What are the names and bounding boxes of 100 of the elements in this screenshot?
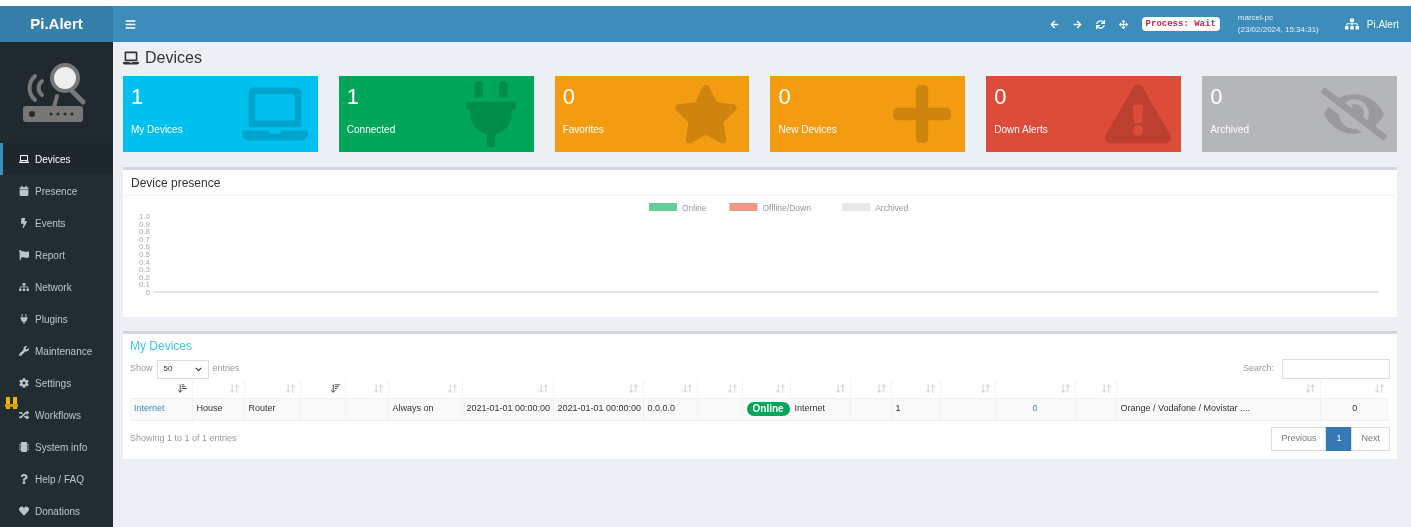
search-field[interactable] [1282,359,1390,379]
sidebar-item[interactable]: Presence [0,175,113,207]
forward-icon[interactable] [1072,19,1082,29]
table-cell: Router [248,403,276,414]
sidebar-item[interactable]: System info [0,431,113,463]
sort-icon[interactable] [979,383,991,395]
laptop-icon [19,154,29,164]
table-cell: 0.0.0.0 [647,403,676,414]
page-size-select[interactable]: 50 [156,359,209,379]
page-title: Devices [145,48,202,68]
sidebar-item[interactable]: Network [0,271,113,303]
stat-value: 0 [994,84,1008,110]
settings-icon [19,378,29,388]
table-cell: 1 [895,403,901,414]
sort-icon[interactable] [774,383,786,395]
stat-label: Connected [346,123,397,137]
chevron-icon [194,365,202,373]
legend-item: Archived [842,202,909,213]
table-cell: Always on [392,403,434,414]
pagination-button[interactable]: Next [1351,426,1390,451]
legend-item: Online [649,202,707,213]
sidebar-item[interactable]: Donations [0,495,113,527]
lightning-icon [19,218,29,228]
legend-item: Offline/Down [729,202,811,213]
stat-value: 0 [778,84,792,110]
table-cell: House [196,403,223,414]
stat-label: New Devices [778,123,838,137]
sidebar-item[interactable]: Help / FAQ [0,463,113,495]
sort-icon[interactable] [1374,383,1385,395]
legend-label: Online [682,202,707,213]
calendar-icon [19,186,29,196]
sidebar-item[interactable]: Settings [0,367,113,399]
refresh-icon[interactable] [1095,19,1105,29]
stat-value: 1 [346,84,361,110]
network-icon[interactable] [1344,17,1359,31]
network-icon [19,282,29,292]
table-cell[interactable]: 0 [999,402,1071,416]
stat-value: 1 [131,84,145,110]
pagination-button[interactable]: 1 [1326,426,1352,451]
heart-icon [19,506,29,516]
sort-icon[interactable] [627,383,639,395]
stat-value: 0 [562,84,576,110]
legend-label: Offline/Down [762,202,812,213]
sort-icon[interactable] [924,383,936,395]
laptop-icon [123,50,139,66]
sort-icon[interactable] [726,383,738,395]
sort-descending-icon[interactable] [329,383,341,395]
host-name: marcel-pc [1237,12,1274,24]
sidebar-item[interactable]: Plugins [0,303,113,335]
sort-icon[interactable] [1059,383,1071,395]
chip-icon [19,442,29,452]
search-label: Search: [1242,362,1274,376]
app-name[interactable]: Pi.Alert [1366,16,1399,32]
shuffle-icon [19,410,29,420]
brand-logo[interactable]: Pi.Alert [0,6,113,42]
stat-card[interactable]: 0 Down Alerts [986,76,1182,152]
sort-icon[interactable] [681,383,693,395]
table-cell: 2021-01-01 00:00:00 [466,403,551,414]
sort-icon[interactable] [284,383,296,395]
stat-label: Favorites [562,123,605,137]
sort-ascending-icon[interactable] [176,383,188,395]
sort-icon[interactable] [537,383,549,395]
stat-label: My Devices [131,123,184,137]
process-status-badge: Process: Wait [1141,17,1220,31]
entries-label: entries [212,362,240,376]
stat-value: 0 [1210,84,1224,110]
sidebar-item[interactable]: Events [0,207,113,239]
sort-icon[interactable] [834,383,846,395]
device-link[interactable]: Internet [134,403,165,414]
legend-label: Archived [875,202,909,213]
sort-icon[interactable] [372,383,384,395]
sort-icon[interactable] [228,383,240,395]
stat-label: Down Alerts [994,123,1049,137]
sort-icon[interactable] [446,383,458,395]
menu-icon[interactable] [125,18,136,30]
panel-title: Device presence [123,170,1397,196]
wrench-icon [19,346,29,356]
plug-icon [19,314,29,324]
sidebar-item[interactable]: Devices [0,143,113,175]
stat-label: Archived [1210,123,1251,137]
show-label: Show [130,362,153,376]
table-cell: 2021-01-01 00:00:00 [557,403,642,414]
y-axis: 0 0.1 0.2 0.3 0.4 0.5 0.6 0.7 0.8 0.9 1.0 [138,212,150,297]
pagination-button[interactable]: Previous [1271,426,1327,451]
table-cell: Internet [794,403,826,414]
sidebar-item[interactable]: Report [0,239,113,271]
timestamp: (23/02/2024, 15:34:31) [1237,24,1319,36]
sort-icon[interactable] [1304,383,1316,395]
move-icon[interactable] [1118,19,1128,29]
sort-icon[interactable] [875,383,887,395]
sort-icon[interactable] [1100,383,1112,395]
table-cell-text: 0 [1351,402,1359,416]
back-icon[interactable] [1049,19,1059,29]
flag-icon [19,250,29,260]
sidebar-item[interactable]: Workflows [0,399,113,431]
sidebar-item[interactable]: Maintenance [0,335,113,367]
panel-title: My Devices [130,338,193,355]
help-icon [19,474,29,484]
table-info: Showing 1 to 1 of 1 entries [130,431,237,445]
table-cell: Orange / Vodafone / Movistar .... [1120,403,1251,414]
